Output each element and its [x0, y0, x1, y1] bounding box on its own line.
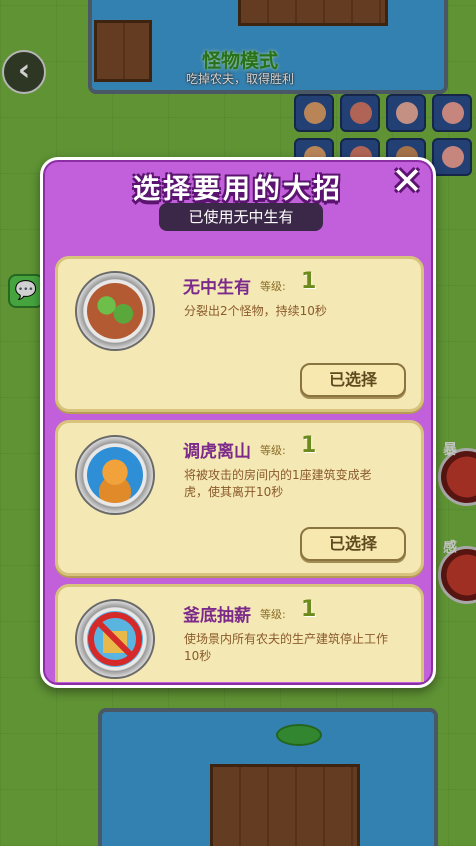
level-value: 1	[301, 433, 317, 458]
skill-description: 使场景内所有农夫的生产建筑停止工作10秒	[184, 632, 389, 663]
skill-list[interactable]: 无中生有 等级: 1 分裂出2个怪物，持续10秒 已选择 调虎离山 等级: 1 …	[55, 256, 424, 682]
dialog-title: 选择要用的大招	[133, 174, 343, 205]
skill-card: 调虎离山 等级: 1 将被攻击的房间内的1座建筑变成老虎，使其离开10秒 已选择	[55, 420, 424, 576]
level-value: 1	[301, 269, 317, 294]
level-value: 1	[301, 597, 317, 622]
level-label: 等级:	[260, 608, 286, 621]
used-skill-notice: 已使用无中生有	[159, 203, 323, 231]
close-button[interactable]: ✕	[389, 162, 425, 200]
no-production-icon	[75, 599, 155, 679]
level-label: 等级:	[260, 280, 286, 293]
skill-description: 将被攻击的房间内的1座建筑变成老虎，使其离开10秒	[184, 468, 372, 499]
skill-name: 釜底抽薪	[183, 606, 251, 626]
tiger-icon	[75, 435, 155, 515]
skill-name: 无中生有	[183, 278, 251, 298]
skill-select-dialog: 选择要用的大招 ✕ 已使用无中生有 无中生有 等级: 1 分裂出2个怪物，持续1…	[40, 157, 436, 688]
selected-button[interactable]: 已选择	[300, 363, 406, 397]
selected-button[interactable]: 已选择	[300, 527, 406, 561]
monsters-clone-icon	[75, 271, 155, 351]
skill-name: 调虎离山	[183, 442, 251, 462]
level-label: 等级:	[260, 444, 286, 457]
skill-card: 釜底抽薪 等级: 1 使场景内所有农夫的生产建筑停止工作10秒	[55, 584, 424, 682]
skill-description: 分裂出2个怪物，持续10秒	[184, 304, 327, 318]
skill-card: 无中生有 等级: 1 分裂出2个怪物，持续10秒 已选择	[55, 256, 424, 412]
